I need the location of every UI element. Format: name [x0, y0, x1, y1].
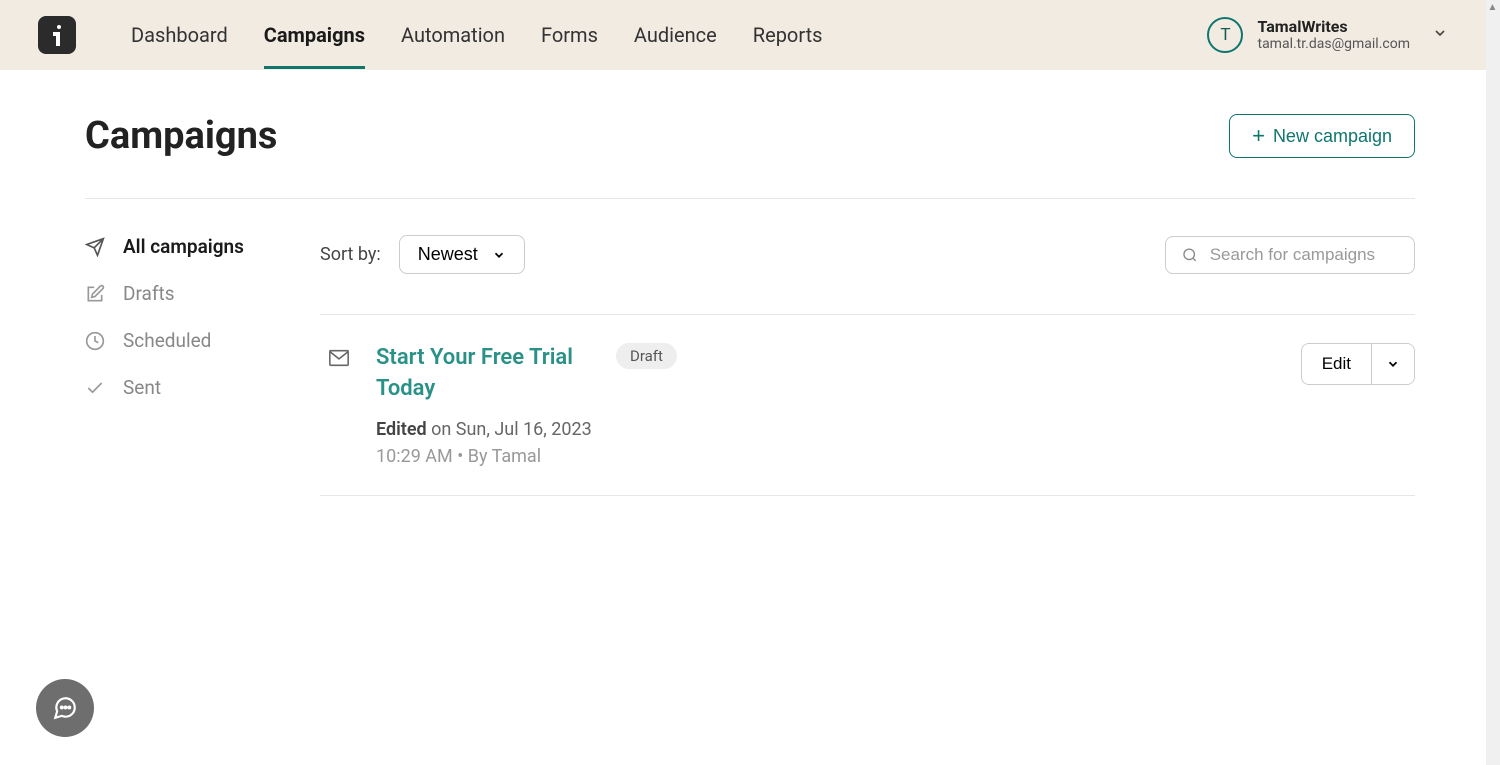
edit-icon — [85, 284, 105, 304]
avatar: T — [1207, 17, 1243, 53]
edit-button[interactable]: Edit — [1302, 344, 1371, 384]
controls-row: Sort by: Newest — [320, 235, 1415, 274]
user-menu[interactable]: T TamalWrites tamal.tr.das@gmail.com — [1207, 17, 1448, 53]
search-input[interactable] — [1210, 245, 1398, 265]
sidebar-item-label: Scheduled — [123, 329, 211, 352]
nav-reports[interactable]: Reports — [753, 1, 823, 69]
sidebar-item-label: Drafts — [123, 282, 175, 305]
page-title: Campaigns — [85, 114, 277, 158]
edited-prefix: Edited — [376, 419, 427, 440]
sidebar-item-sent[interactable]: Sent — [85, 376, 320, 399]
sidebar-item-all-campaigns[interactable]: All campaigns — [85, 235, 320, 258]
app-logo[interactable] — [38, 16, 76, 54]
sort-select[interactable]: Newest — [399, 235, 525, 274]
user-email: tamal.tr.das@gmail.com — [1257, 36, 1410, 53]
send-icon — [85, 237, 105, 257]
user-text: TamalWrites tamal.tr.das@gmail.com — [1257, 17, 1410, 53]
edit-dropdown-button[interactable] — [1371, 344, 1414, 384]
plus-icon: + — [1252, 125, 1265, 147]
sidebar-item-drafts[interactable]: Drafts — [85, 282, 320, 305]
chevron-down-icon — [1386, 357, 1400, 371]
meta-line: 10:29 AM • By Tamal — [376, 446, 1283, 467]
mail-icon — [320, 343, 358, 467]
scrollbar[interactable]: ▲ — [1486, 0, 1500, 765]
new-campaign-button[interactable]: + New campaign — [1229, 114, 1415, 158]
search-icon — [1182, 246, 1198, 264]
sidebar-item-label: Sent — [123, 376, 161, 399]
new-campaign-label: New campaign — [1273, 126, 1392, 147]
campaign-list: Start Your Free Trial Today Draft Edited… — [320, 314, 1415, 496]
nav-dashboard[interactable]: Dashboard — [131, 1, 228, 69]
scroll-up-arrow[interactable]: ▲ — [1486, 0, 1499, 14]
sort-label: Sort by: — [320, 244, 381, 265]
campaign-title-link[interactable]: Start Your Free Trial Today — [376, 343, 596, 405]
user-name: TamalWrites — [1257, 17, 1410, 36]
search-field[interactable] — [1165, 236, 1415, 274]
nav-campaigns[interactable]: Campaigns — [264, 1, 365, 69]
chevron-down-icon — [492, 248, 506, 262]
sidebar: All campaigns Drafts Scheduled Sent — [85, 235, 320, 496]
edited-date: on Sun, Jul 16, 2023 — [431, 419, 592, 440]
sidebar-item-label: All campaigns — [123, 235, 244, 258]
nav-forms[interactable]: Forms — [541, 1, 598, 69]
sidebar-item-scheduled[interactable]: Scheduled — [85, 329, 320, 352]
nav-automation[interactable]: Automation — [401, 1, 505, 69]
chat-fab[interactable] — [36, 679, 94, 737]
edited-line: Edited on Sun, Jul 16, 2023 — [376, 419, 1283, 440]
page-header: Campaigns + New campaign — [85, 114, 1415, 199]
main-nav: Dashboard Campaigns Automation Forms Aud… — [131, 1, 1207, 69]
sort-value: Newest — [418, 244, 478, 265]
nav-audience[interactable]: Audience — [634, 1, 717, 69]
edit-button-group: Edit — [1301, 343, 1415, 385]
check-icon — [85, 378, 105, 398]
status-badge: Draft — [616, 343, 677, 369]
clock-icon — [85, 331, 105, 351]
chevron-down-icon — [1432, 25, 1448, 45]
campaign-row: Start Your Free Trial Today Draft Edited… — [320, 315, 1415, 496]
topbar: Dashboard Campaigns Automation Forms Aud… — [0, 0, 1500, 70]
